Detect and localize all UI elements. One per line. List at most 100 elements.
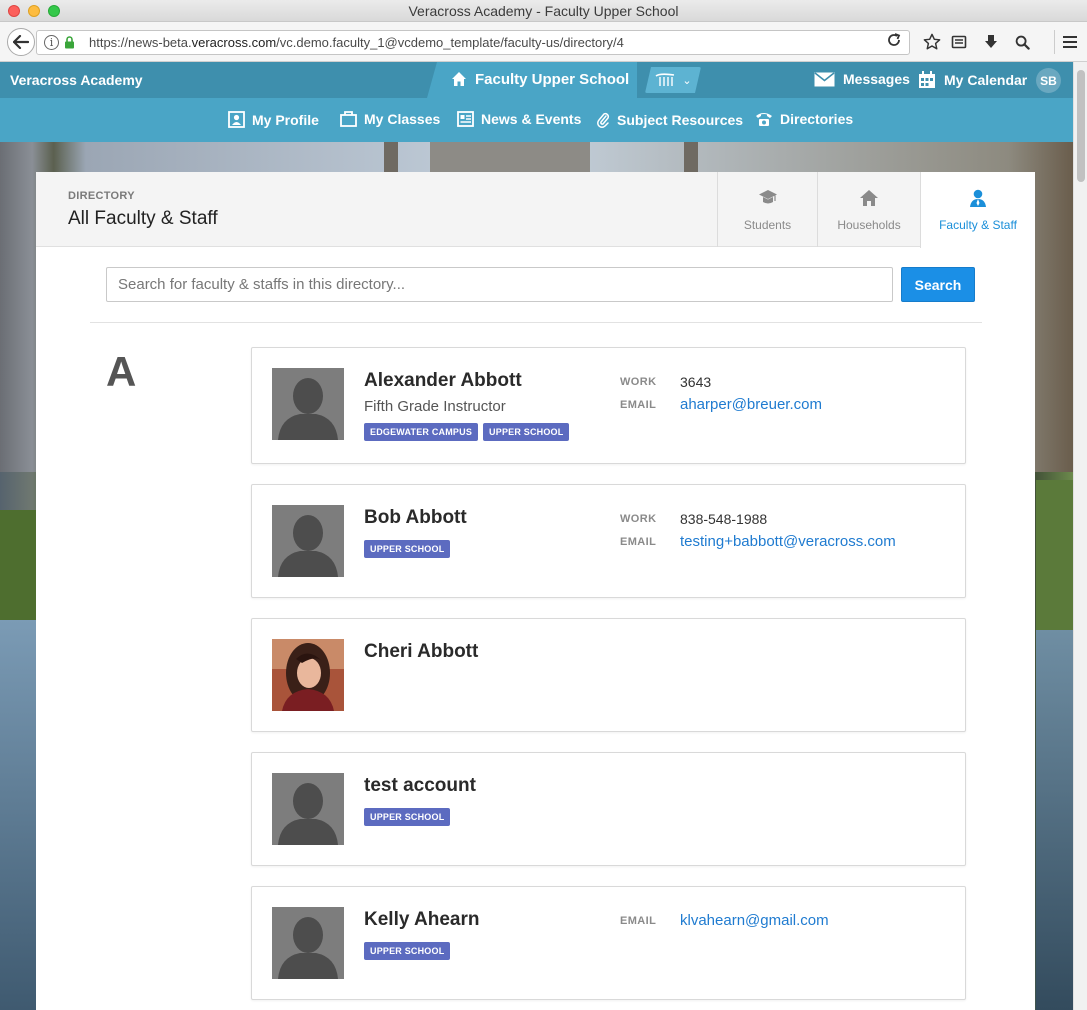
page-title: All Faculty & Staff [68, 208, 218, 229]
search-input[interactable] [106, 267, 893, 302]
silhouette-avatar-icon [272, 773, 344, 845]
classes-icon [340, 111, 357, 127]
messages-link[interactable]: Messages [814, 71, 910, 87]
nav-my-profile[interactable]: My Profile [228, 111, 319, 128]
person-icon [970, 189, 986, 207]
tab-label: Households [837, 218, 901, 232]
calendar-icon [919, 71, 935, 88]
person-name[interactable]: Bob Abbott [364, 507, 467, 529]
nav-label: My Classes [364, 111, 441, 127]
background-tower [430, 142, 590, 172]
calendar-link[interactable]: My Calendar [918, 71, 1027, 89]
person-name[interactable]: Alexander Abbott [364, 370, 522, 392]
email-link[interactable]: testing+babbott@veracross.com [680, 533, 896, 550]
person-card[interactable]: Cheri Abbott [251, 618, 966, 732]
email-label: EMAIL [620, 915, 657, 927]
background-pond-right [1036, 630, 1073, 1010]
address-bar[interactable]: i https://news-beta.veracross.com/vc.dem… [36, 30, 910, 55]
brand-name[interactable]: Veracross Academy [10, 72, 143, 88]
reading-list-icon[interactable] [947, 30, 971, 54]
nav-label: My Profile [252, 111, 319, 128]
badge-group: UPPER SCHOOL [364, 540, 451, 558]
person-card[interactable]: Kelly Ahearn UPPER SCHOOL EMAIL klvahear… [251, 886, 966, 1000]
phone-icon [756, 113, 772, 126]
person-card[interactable]: Alexander Abbott Fifth Grade Instructor … [251, 347, 966, 464]
directory-panel: DIRECTORY All Faculty & Staff Students H… [36, 172, 1035, 1010]
profile-icon [228, 111, 245, 128]
school-badge: UPPER SCHOOL [364, 808, 451, 826]
background-pond-left [0, 620, 40, 1010]
portal-tab[interactable]: Faculty Upper School ⌄ [427, 62, 701, 98]
nav-label: Subject Resources [617, 111, 744, 128]
school-badge: UPPER SCHOOL [483, 423, 570, 441]
work-label: WORK [620, 513, 657, 525]
school-badge: UPPER SCHOOL [364, 540, 451, 558]
person-card[interactable]: test account UPPER SCHOOL [251, 752, 966, 866]
nav-label: News & Events [481, 111, 582, 127]
house-icon [860, 190, 878, 206]
letter-heading: A [106, 348, 137, 395]
person-name[interactable]: test account [364, 775, 476, 797]
directory-header: DIRECTORY All Faculty & Staff Students H… [36, 172, 1035, 248]
nav-my-classes[interactable]: My Classes [340, 111, 440, 127]
divider [90, 322, 982, 323]
portrait-photo [272, 639, 344, 711]
background-lawn-right [1036, 480, 1073, 630]
chevron-down-icon: ⌄ [682, 74, 692, 87]
back-arrow-icon[interactable] [7, 28, 35, 56]
columns-logo-icon [654, 73, 676, 87]
app-header: Veracross Academy Faculty Upper School ⌄… [0, 62, 1073, 98]
lock-icon [65, 36, 74, 49]
person-card[interactable]: Bob Abbott UPPER SCHOOL WORK 838-548-198… [251, 484, 966, 598]
badge-group: UPPER SCHOOL [364, 942, 451, 960]
portal-switcher[interactable]: ⌄ [645, 67, 701, 93]
reload-icon[interactable] [887, 33, 901, 52]
info-icon[interactable]: i [44, 35, 59, 50]
scrollbar-thumb[interactable] [1077, 70, 1085, 182]
envelope-icon [814, 71, 835, 86]
tab-faculty-staff[interactable]: Faculty & Staff [920, 172, 1035, 248]
person-name[interactable]: Cheri Abbott [364, 641, 478, 663]
main-nav: My Profile My Classes News & Events Subj… [0, 98, 1073, 142]
download-icon[interactable] [979, 30, 1003, 54]
portal-name: Faculty Upper School [475, 71, 630, 88]
email-label: EMAIL [620, 536, 657, 548]
badge-group: EDGEWATER CAMPUS UPPER SCHOOL [364, 423, 570, 441]
messages-label: Messages [843, 71, 910, 87]
background-lawn-left [0, 510, 40, 620]
email-link[interactable]: aharper@breuer.com [680, 396, 822, 413]
window-titlebar: Veracross Academy - Faculty Upper School [0, 0, 1087, 22]
email-label: EMAIL [620, 399, 657, 411]
news-icon [457, 111, 474, 127]
graduation-cap-icon [758, 190, 777, 204]
bookmark-star-icon[interactable] [920, 30, 944, 54]
background-spire [384, 142, 398, 172]
person-name[interactable]: Kelly Ahearn [364, 909, 479, 931]
tab-label: Students [743, 218, 792, 232]
search-button[interactable]: Search [901, 267, 975, 302]
paperclip-icon [597, 112, 610, 128]
work-phone: 3643 [680, 374, 712, 390]
home-icon [452, 72, 466, 86]
person-title: Fifth Grade Instructor [364, 398, 506, 415]
nav-news-events[interactable]: News & Events [457, 111, 581, 127]
search-icon[interactable] [1010, 30, 1034, 54]
nav-directories[interactable]: Directories [755, 111, 853, 127]
email-link[interactable]: klvahearn@gmail.com [680, 912, 829, 929]
menu-hamburger-icon[interactable] [1054, 30, 1084, 54]
tab-label: Faculty & Staff [939, 218, 1017, 232]
page-scrollbar[interactable] [1073, 62, 1087, 1010]
calendar-label: My Calendar [944, 72, 1028, 88]
nav-subject-resources[interactable]: Subject Resources [596, 111, 743, 128]
browser-toolbar: i https://news-beta.veracross.com/vc.dem… [0, 22, 1087, 62]
tab-students[interactable]: Students [717, 172, 817, 247]
user-avatar[interactable]: SB [1036, 68, 1061, 93]
work-phone: 838-548-1988 [680, 511, 768, 527]
school-badge: UPPER SCHOOL [364, 942, 451, 960]
badge-group: UPPER SCHOOL [364, 808, 451, 826]
silhouette-avatar-icon [272, 907, 344, 979]
url-text: https://news-beta.veracross.com/vc.demo.… [89, 35, 624, 50]
tab-households[interactable]: Households [817, 172, 920, 247]
silhouette-avatar-icon [272, 505, 344, 577]
silhouette-avatar-icon [272, 368, 344, 440]
